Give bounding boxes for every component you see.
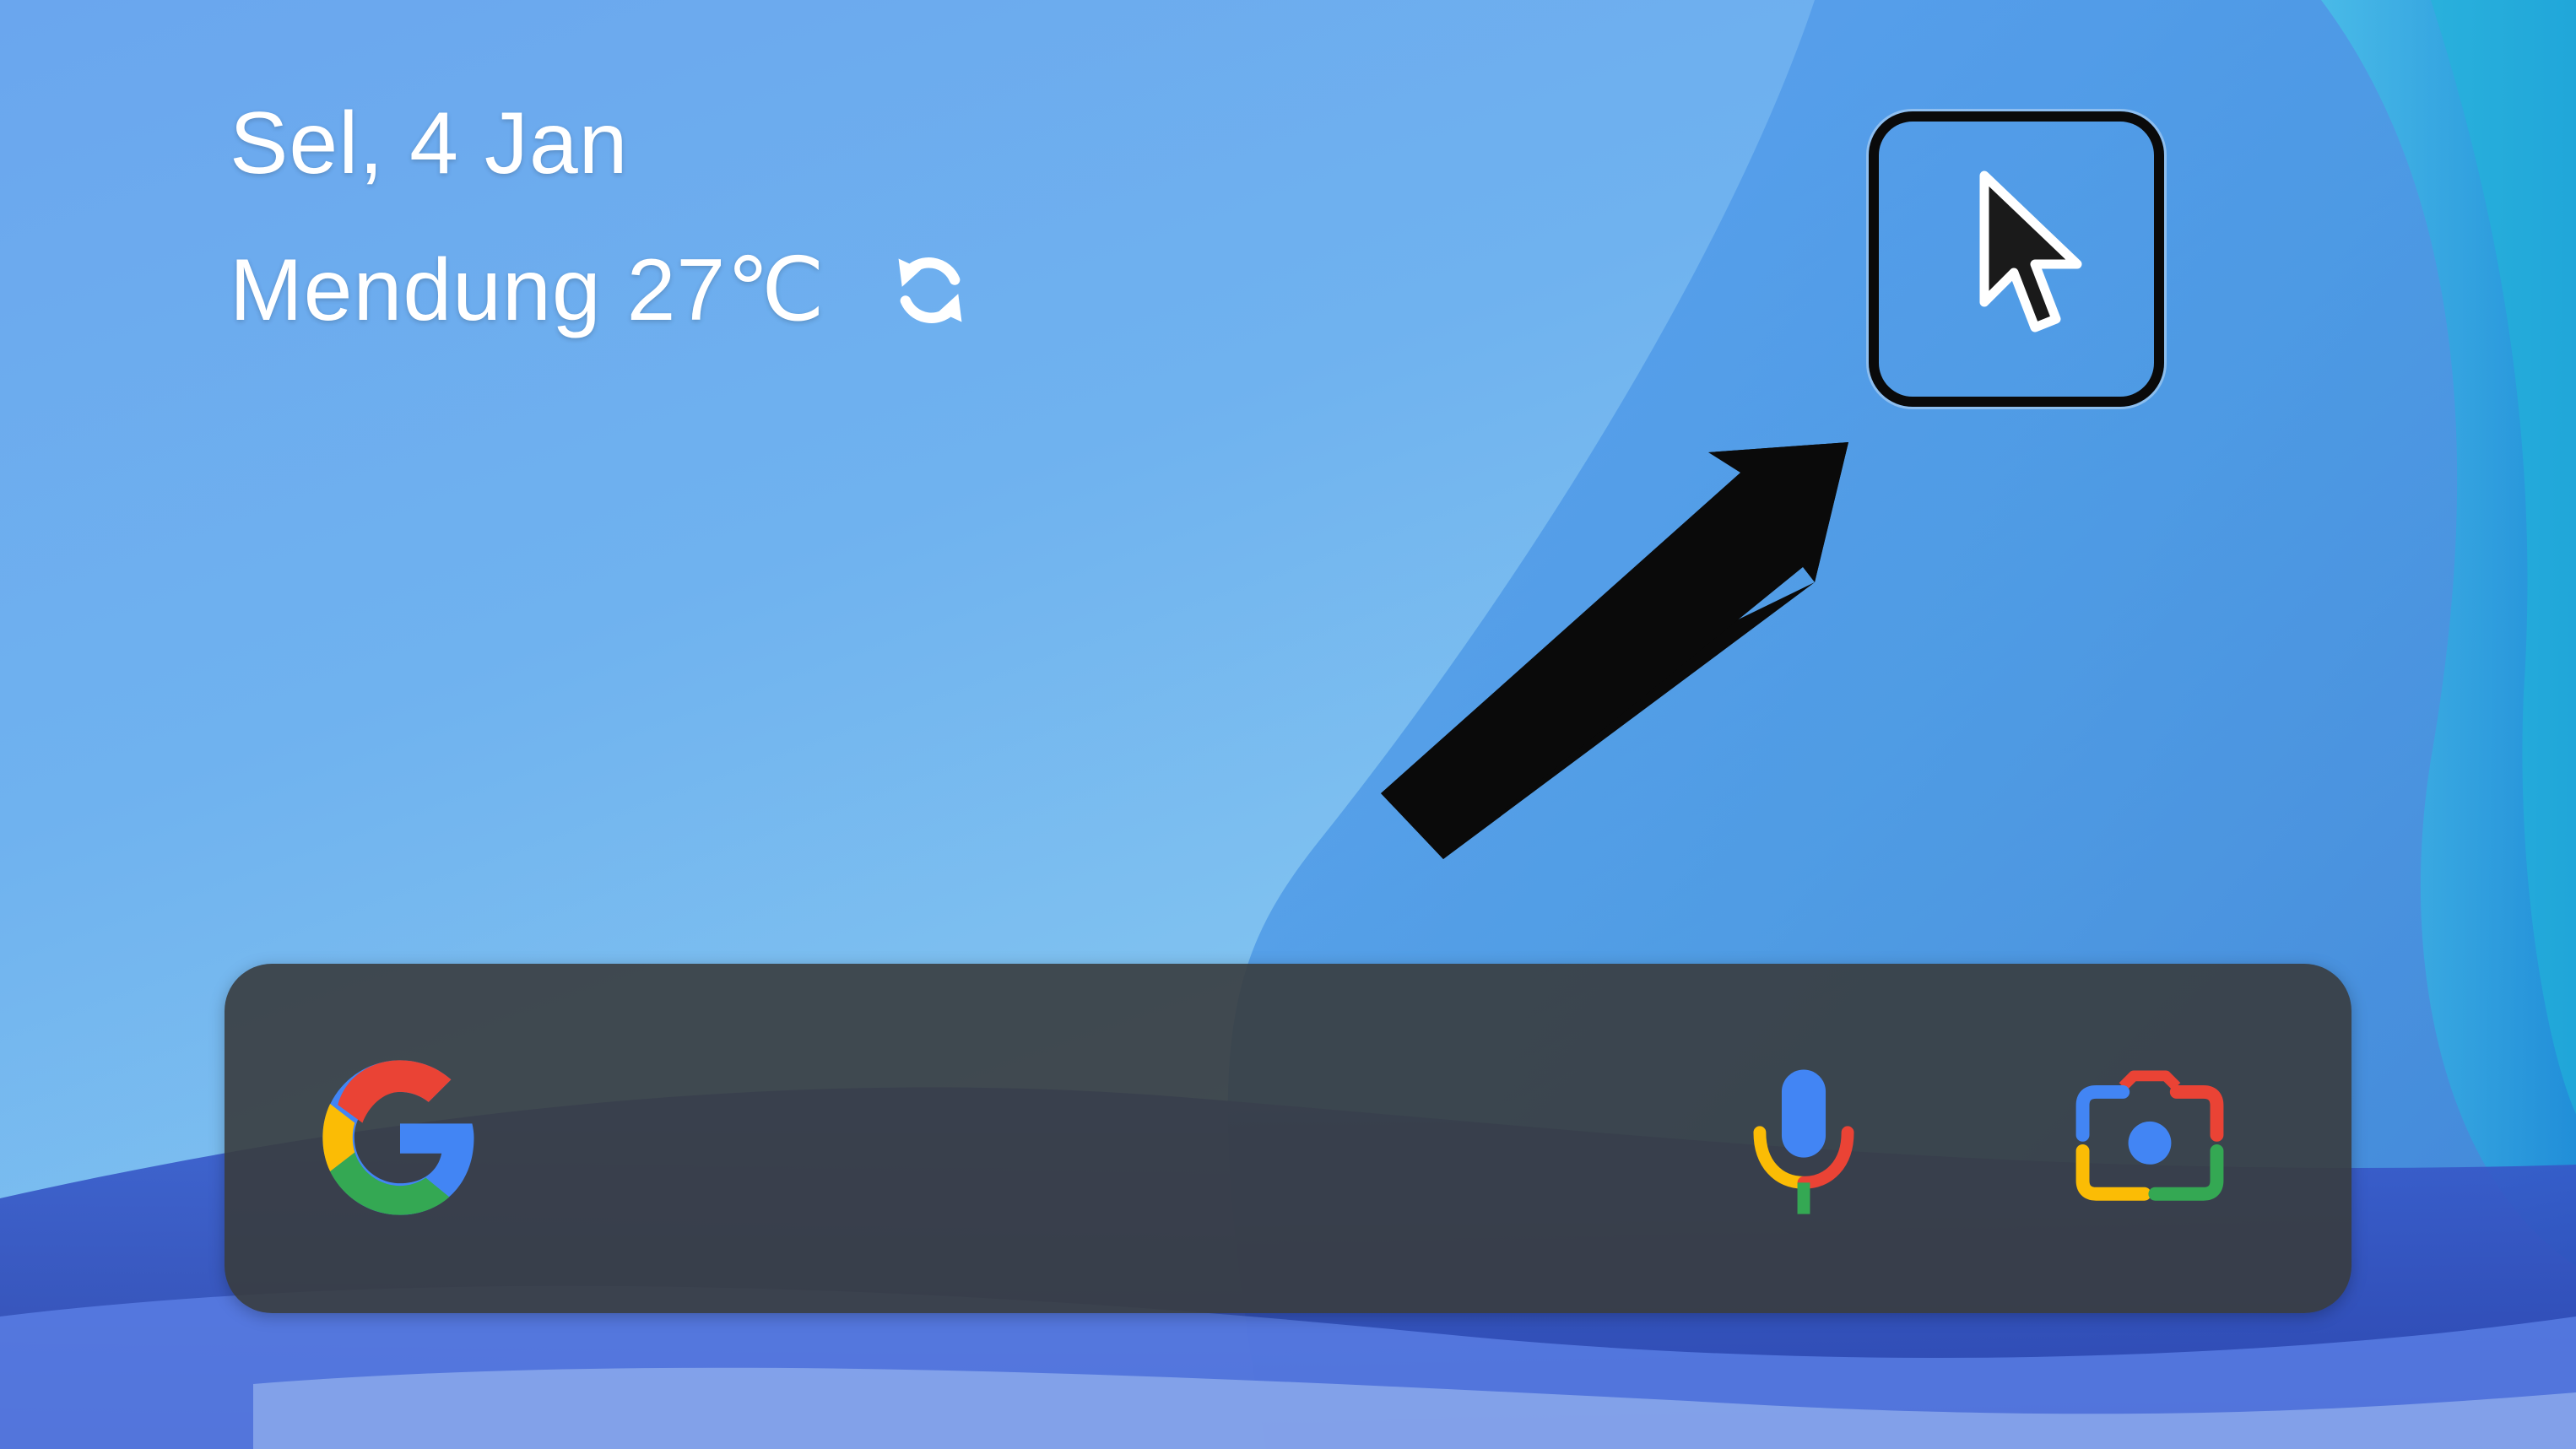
mouse-pointer-icon [1979,170,2082,333]
refresh-icon[interactable] [886,246,974,334]
google-lens-camera-icon[interactable] [2075,1070,2225,1205]
microphone-icon[interactable] [1747,1063,1860,1220]
google-search-bar[interactable] [225,964,2351,1313]
google-g-logo[interactable] [316,1053,484,1222]
weather-row: Mendung 27℃ [230,231,974,349]
weather-label: Mendung 27℃ [230,241,826,339]
date-label: Sel, 4 Jan [230,95,629,192]
home-screen: Sel, 4 Jan Mendung 27℃ [0,0,2576,1449]
date-weather-widget[interactable]: Sel, 4 Jan Mendung 27℃ [230,84,974,349]
